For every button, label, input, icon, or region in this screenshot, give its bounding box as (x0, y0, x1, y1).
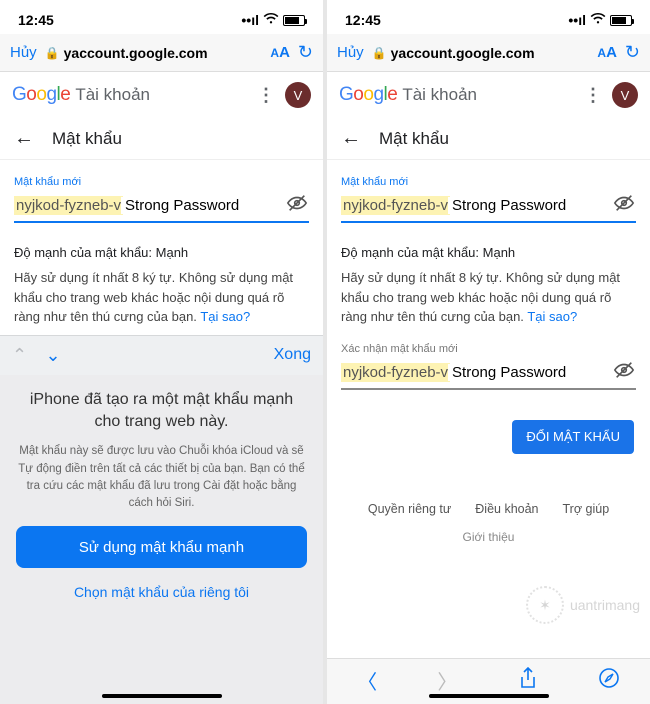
keyboard-accessory: ⌃ ⌄ Xong (0, 335, 323, 375)
status-icons: ••ıl (568, 12, 632, 28)
back-arrow-icon[interactable]: ← (14, 127, 34, 150)
back-icon[interactable]: 〈 (357, 666, 377, 695)
password-description: Hãy sử dụng ít nhất 8 ký tự. Không sử dụ… (14, 268, 309, 327)
strong-password-suggestion: iPhone đã tạo ra một mật khẩu mạnh cho t… (0, 375, 323, 704)
google-logo: Google Tài khoản (339, 84, 477, 106)
strong-password-badge: Strong Password (448, 364, 566, 381)
new-password-label: Mật khẩu mới (14, 176, 309, 188)
change-password-button[interactable]: ĐỔI MẬT KHẨU (512, 420, 634, 454)
page-title: Mật khẩu (379, 129, 449, 149)
suggestion-description: Mật khẩu này sẽ được lưu vào Chuỗi khóa … (16, 443, 307, 512)
footer-links: Quyền riêng tư Điều khoản Trợ giúp (341, 502, 636, 516)
signal-icon: ••ıl (241, 12, 259, 28)
password-description: Hãy sử dụng ít nhất 8 ký tự. Không sử dụ… (341, 268, 636, 327)
status-bar: 12:45 ••ıl (327, 0, 650, 34)
url-field[interactable]: 🔒 yaccount.google.com (45, 45, 263, 61)
wifi-icon (263, 12, 279, 28)
new-password-label: Mật khẩu mới (341, 176, 636, 188)
help-link[interactable]: Trợ giúp (563, 502, 610, 516)
url-text: yaccount.google.com (64, 45, 208, 61)
password-strength: Độ mạnh của mật khẩu: Mạnh (341, 245, 636, 260)
why-link[interactable]: Tại sao? (527, 309, 577, 324)
url-text: yaccount.google.com (391, 45, 535, 61)
wifi-icon (590, 12, 606, 28)
safari-address-bar: Hủy 🔒 yaccount.google.com AA ↻ (0, 34, 323, 72)
choose-own-password-link[interactable]: Chọn mật khẩu của riêng tôi (16, 584, 307, 600)
chevron-down-icon[interactable]: ⌄ (46, 345, 61, 365)
strong-password-badge: Strong Password (448, 197, 566, 214)
reload-icon[interactable]: ↻ (298, 42, 313, 63)
forward-icon: 〉 (437, 666, 457, 695)
page-title-bar: ← Mật khẩu (0, 118, 323, 160)
text-size-button[interactable]: AA (597, 44, 617, 61)
account-label: Tài khoản (75, 85, 150, 105)
text-size-button[interactable]: AA (270, 44, 290, 61)
reload-icon[interactable]: ↻ (625, 42, 640, 63)
url-field[interactable]: 🔒 yaccount.google.com (372, 45, 590, 61)
status-bar: 12:45 ••ıl (0, 0, 323, 34)
privacy-link[interactable]: Quyền riêng tư (368, 502, 451, 516)
eye-off-icon[interactable] (612, 359, 636, 386)
battery-icon (610, 15, 632, 26)
google-logo: Google Tài khoản (12, 84, 150, 106)
page-title: Mật khẩu (52, 129, 122, 149)
password-value: nyjkod-fyzneb-v (341, 363, 450, 382)
share-icon[interactable] (518, 667, 538, 695)
overflow-menu-icon[interactable]: ⋮ (584, 85, 602, 106)
avatar[interactable]: V (612, 82, 638, 108)
account-label: Tài khoản (402, 85, 477, 105)
password-value: nyjkod-fyzneb-v (14, 196, 123, 215)
home-indicator (102, 694, 222, 698)
strong-password-badge: Strong Password (121, 197, 239, 214)
confirm-password-label: Xác nhận mật khẩu mới (341, 343, 636, 355)
use-strong-password-button[interactable]: Sử dụng mật khẩu mạnh (16, 526, 307, 568)
clock: 12:45 (18, 12, 54, 28)
chevron-up-icon: ⌃ (12, 345, 27, 365)
terms-link[interactable]: Điều khoản (475, 502, 538, 516)
why-link[interactable]: Tại sao? (200, 309, 250, 324)
password-strength: Độ mạnh của mật khẩu: Mạnh (14, 245, 309, 260)
cancel-button[interactable]: Hủy (10, 44, 37, 61)
new-password-field[interactable]: nyjkod-fyzneb-v Strong Password (341, 192, 636, 223)
safari-icon[interactable] (598, 667, 620, 695)
eye-off-icon[interactable] (612, 192, 636, 219)
eye-off-icon[interactable] (285, 192, 309, 219)
suggestion-title: iPhone đã tạo ra một mật khẩu mạnh cho t… (16, 389, 307, 434)
new-password-field[interactable]: nyjkod-fyzneb-v Strong Password (14, 192, 309, 223)
cancel-button[interactable]: Hủy (337, 44, 364, 61)
google-account-header: Google Tài khoản ⋮ V (327, 72, 650, 118)
password-value: nyjkod-fyzneb-v (341, 196, 450, 215)
back-arrow-icon[interactable]: ← (341, 127, 361, 150)
confirm-password-field[interactable]: nyjkod-fyzneb-v Strong Password (341, 359, 636, 390)
clock: 12:45 (345, 12, 381, 28)
page-title-bar: ← Mật khẩu (327, 118, 650, 160)
lock-icon: 🔒 (372, 46, 387, 60)
about-link[interactable]: Giới thiệu (341, 530, 636, 544)
done-button[interactable]: Xong (274, 346, 311, 364)
home-indicator (429, 694, 549, 698)
signal-icon: ••ıl (568, 12, 586, 28)
lock-icon: 🔒 (45, 46, 60, 60)
safari-address-bar: Hủy 🔒 yaccount.google.com AA ↻ (327, 34, 650, 72)
avatar[interactable]: V (285, 82, 311, 108)
status-icons: ••ıl (241, 12, 305, 28)
battery-icon (283, 15, 305, 26)
overflow-menu-icon[interactable]: ⋮ (257, 85, 275, 106)
google-account-header: Google Tài khoản ⋮ V (0, 72, 323, 118)
